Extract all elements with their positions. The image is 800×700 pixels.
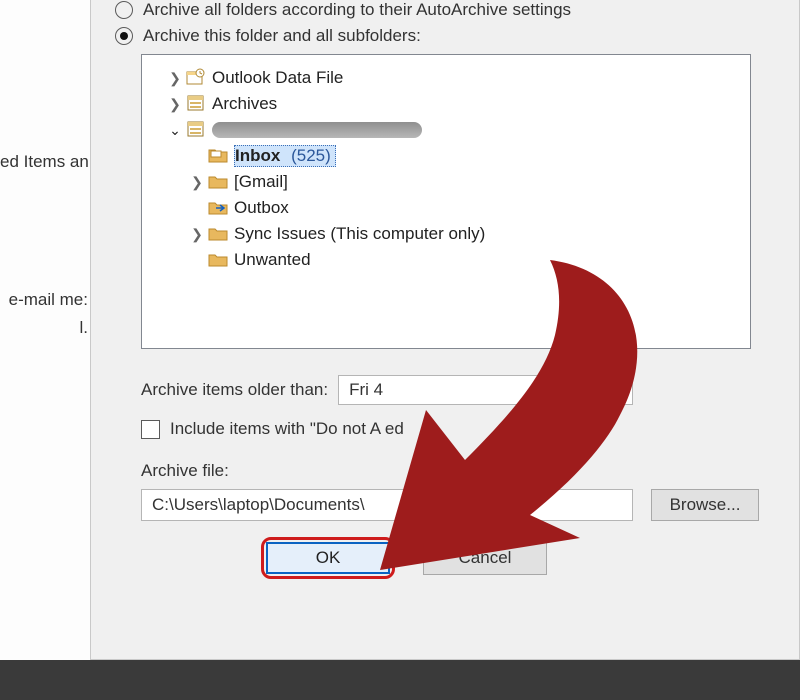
tree-label: Inbox <box>235 146 280 165</box>
radio-unselected-icon <box>115 1 133 19</box>
folder-icon <box>208 250 230 270</box>
tree-label: Archives <box>212 94 277 114</box>
tree-selected-item: Inbox (525) <box>234 145 336 167</box>
ok-button[interactable]: OK <box>266 542 390 574</box>
checkbox-unchecked-icon[interactable] <box>141 420 160 439</box>
tree-node-outbox[interactable]: Outbox <box>142 195 750 221</box>
outbox-folder-icon <box>208 198 230 218</box>
browse-button[interactable]: Browse... <box>651 489 759 521</box>
archive-file-path-input[interactable]: C:\Users\laptop\Documents\ <box>141 489 633 521</box>
folder-tree[interactable]: ❯ Outlook Data File ❯ Archives ⌄ <box>141 54 751 349</box>
chevron-down-icon[interactable]: ⌄ <box>164 122 186 139</box>
chevron-right-icon[interactable]: ❯ <box>186 226 208 243</box>
background-text-fragment-3: l. <box>0 316 88 340</box>
inbox-folder-icon <box>208 146 230 166</box>
radio-selected-icon <box>115 27 133 45</box>
include-do-not-autoarchive-row[interactable]: Include items with "Do not A ed <box>141 419 775 439</box>
tree-label: Outbox <box>234 198 289 218</box>
redacted-account-name <box>212 122 422 138</box>
tree-node-sync-issues[interactable]: ❯ Sync Issues (This computer only) <box>142 221 750 247</box>
tree-node-outlook-data-file[interactable]: ❯ Outlook Data File <box>142 65 750 91</box>
chevron-right-icon[interactable]: ❯ <box>186 174 208 191</box>
radio-archive-all-label: Archive all folders according to their A… <box>143 0 571 20</box>
tree-node-account-redacted[interactable]: ⌄ <box>142 117 750 143</box>
archive-store-icon <box>186 120 208 140</box>
tree-label: [Gmail] <box>234 172 288 192</box>
chevron-right-icon[interactable]: ❯ <box>164 70 186 87</box>
inbox-unread-count: (525) <box>291 146 331 165</box>
ok-button-highlight: OK <box>261 537 395 579</box>
archive-older-than-label: Archive items older than: <box>141 380 328 400</box>
archive-older-than-row: Archive items older than: Fri 4 ⌄ <box>141 375 775 405</box>
folder-icon <box>208 172 230 192</box>
chevron-down-icon: ⌄ <box>610 382 622 399</box>
archive-date-dropdown[interactable]: Fri 4 ⌄ <box>338 375 633 405</box>
archive-date-value: Fri 4 <box>349 380 383 400</box>
page-footer-bar <box>0 660 800 700</box>
tree-node-inbox[interactable]: Inbox (525) <box>142 143 750 169</box>
radio-archive-all[interactable]: Archive all folders according to their A… <box>115 0 775 20</box>
archive-file-label: Archive file: <box>141 461 229 481</box>
folder-icon <box>208 224 230 244</box>
radio-archive-this-folder[interactable]: Archive this folder and all subfolders: <box>115 26 775 46</box>
background-text-fragment-2: e-mail me: <box>0 288 88 312</box>
tree-label: Outlook Data File <box>212 68 343 88</box>
tree-node-unwanted[interactable]: Unwanted <box>142 247 750 273</box>
tree-node-archives[interactable]: ❯ Archives <box>142 91 750 117</box>
tree-label: Unwanted <box>234 250 311 270</box>
archive-file-path-value: C:\Users\laptop\Documents\ <box>152 495 365 515</box>
cancel-button[interactable]: Cancel <box>423 541 547 575</box>
radio-archive-this-folder-label: Archive this folder and all subfolders: <box>143 26 421 46</box>
archive-dialog: Archive all folders according to their A… <box>90 0 800 660</box>
include-checkbox-label: Include items with "Do not A ed <box>170 419 404 439</box>
data-file-icon <box>186 68 208 88</box>
background-text-fragment-1: ed Items an <box>0 150 88 174</box>
tree-node-gmail[interactable]: ❯ [Gmail] <box>142 169 750 195</box>
tree-label: Sync Issues (This computer only) <box>234 224 485 244</box>
archive-store-icon <box>186 94 208 114</box>
chevron-right-icon[interactable]: ❯ <box>164 96 186 113</box>
